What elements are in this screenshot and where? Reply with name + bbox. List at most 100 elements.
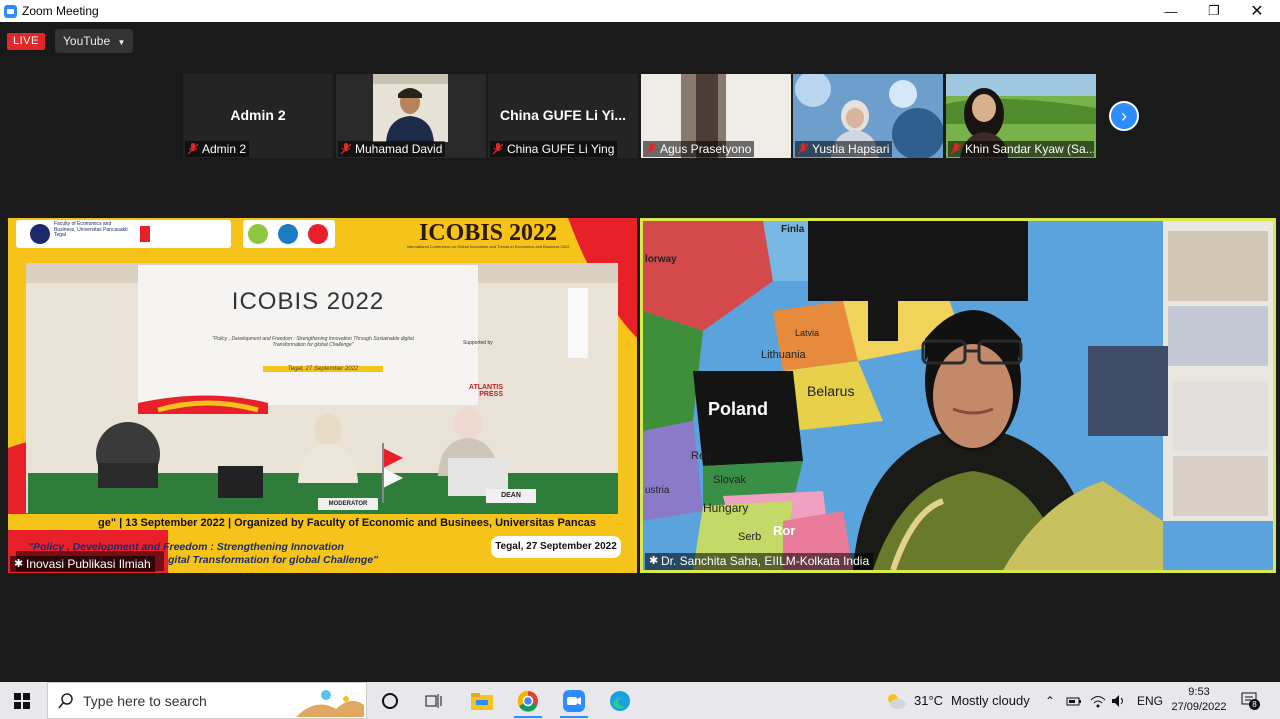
chevron-right-icon[interactable]: › — [1109, 101, 1139, 131]
taskbar-active-indicator — [560, 716, 588, 718]
map-label: Slovak — [713, 474, 747, 486]
participant-nameplate: China GUFE Li Ying — [490, 141, 618, 157]
meeting-stage: LIVE YouTube ▼ Admin 2 Admin 2 Muhamad D… — [0, 22, 1280, 682]
window-titlebar: Zoom Meeting — ❐ ✕ — [0, 0, 1280, 22]
chevron-up-icon[interactable]: ⌃ — [1045, 682, 1055, 719]
faculty-logo-text: Faculty of Economics and Business, Unive… — [54, 221, 128, 238]
event-subtitle: International Conference on Global Innov… — [406, 244, 570, 249]
mic-muted-icon — [341, 143, 351, 155]
taskbar-search-box[interactable]: Type here to search — [47, 682, 367, 719]
windows-taskbar: Type here to search 31°C Mostly cloudy ⌃ — [0, 682, 1280, 719]
footer-theme-line1: "Policy , Development and Freedom : Stre… — [28, 541, 344, 553]
map-label: Rep — [691, 450, 712, 462]
map-label: Ror — [773, 523, 796, 538]
pin-icon: ✱ — [14, 558, 24, 570]
mic-muted-icon — [798, 143, 808, 155]
weather-temp[interactable]: 31°C — [914, 682, 943, 719]
stream-dropdown-label: YouTube — [63, 34, 111, 48]
close-icon[interactable]: ✕ — [1236, 0, 1278, 22]
participant-tile[interactable]: Khin Sandar Kyaw (Sa... — [946, 74, 1096, 158]
taskbar-active-indicator — [514, 716, 542, 718]
mic-muted-icon — [646, 143, 656, 155]
map-label: Poland — [708, 399, 769, 419]
news-ticker: ge" | 13 September 2022 | Organized by F… — [98, 517, 596, 529]
volume-icon[interactable] — [1111, 682, 1127, 719]
participant-name: Yustia Hapsari — [812, 142, 890, 156]
participant-nameplate: Yustia Hapsari — [795, 141, 893, 157]
map-label: Lithuania — [761, 349, 806, 361]
banner-theme: "Policy , Development and Freedom : Stre… — [212, 336, 414, 348]
pin-icon: ✱ — [649, 555, 659, 567]
windows-start-icon[interactable] — [8, 687, 36, 715]
stream-dropdown[interactable]: YouTube ▼ — [55, 29, 134, 53]
banner-supported: Supported by — [463, 340, 493, 346]
weather-desc[interactable]: Mostly cloudy — [951, 682, 1030, 719]
banner-sponsor: ATLANTIS PRESS — [468, 384, 503, 398]
map-label: Serb — [738, 531, 762, 543]
video-nameplate: ✱ Inovasi Publikasi Ilmiah — [10, 556, 155, 572]
participant-tile[interactable]: Muhamad David — [336, 74, 486, 158]
mic-muted-icon — [493, 143, 503, 155]
active-speaker-video[interactable]: Finla lorway Latvia Lithuania Belarus Po… — [640, 218, 1276, 573]
participant-tile[interactable]: Agus Prasetyono — [641, 74, 791, 158]
map-label: ustria — [645, 485, 670, 496]
zoom-app-icon — [4, 4, 17, 18]
chrome-icon[interactable] — [514, 687, 542, 715]
video-participant-name: Dr. Sanchita Saha, EIILM-Kolkata India — [661, 554, 870, 568]
banner-date: Tegal, 27 September 2022 — [263, 366, 383, 372]
participant-tile[interactable]: China GUFE Li Yi... China GUFE Li Ying — [488, 74, 638, 158]
file-explorer-icon[interactable] — [468, 687, 496, 715]
zoom-icon[interactable] — [560, 687, 588, 715]
participant-name: Admin 2 — [202, 142, 247, 156]
restore-icon[interactable]: ❐ — [1193, 0, 1235, 22]
clock-date: 27/09/2022 — [1171, 701, 1227, 713]
event-title: ICOBIS 2022 — [418, 220, 558, 246]
participant-name: Khin Sandar Kyaw (Sa... — [965, 142, 1094, 156]
dean-sign: DEAN — [486, 489, 536, 503]
participant-initials: China GUFE Li Yi... — [499, 107, 626, 123]
footer-date: Tegal, 27 September 2022 — [495, 541, 617, 552]
wifi-icon[interactable] — [1090, 682, 1106, 719]
weather-cloud-icon[interactable] — [882, 687, 910, 715]
chevron-down-icon: ▼ — [117, 38, 126, 47]
participant-tile[interactable]: Yustia Hapsari — [793, 74, 943, 158]
footer-theme-line2: gital Transformation for global Challeng… — [168, 554, 379, 566]
banner-title: ICOBIS 2022 — [231, 288, 385, 315]
moderator-sign: MODERATOR — [318, 498, 378, 510]
map-label: Belarus — [807, 383, 855, 399]
participant-tile[interactable]: Admin 2 Admin 2 — [183, 74, 333, 158]
participant-nameplate: Khin Sandar Kyaw (Sa... — [948, 141, 1094, 157]
language-indicator[interactable]: ENG — [1137, 682, 1163, 719]
search-placeholder: Type here to search — [83, 692, 207, 709]
minimize-icon[interactable]: — — [1150, 0, 1192, 22]
search-highlight-icon — [296, 690, 364, 717]
mic-muted-icon — [188, 143, 198, 155]
clock[interactable]: 9:53 27/09/2022 — [1168, 685, 1230, 715]
video-nameplate: ✱ Dr. Sanchita Saha, EIILM-Kolkata India — [645, 553, 873, 569]
participant-nameplate: Admin 2 — [185, 141, 250, 157]
cortana-icon[interactable] — [376, 687, 404, 715]
speaker-video-graphic — [643, 221, 1273, 570]
notification-icon[interactable]: 8 — [1240, 690, 1260, 710]
task-view-icon[interactable] — [420, 687, 448, 715]
search-icon — [58, 693, 73, 709]
shared-video-left[interactable]: ICOBIS 2022 International Conference on … — [8, 218, 637, 573]
map-label: Finla — [781, 224, 805, 235]
battery-icon[interactable] — [1066, 682, 1082, 719]
participant-name: Agus Prasetyono — [660, 142, 752, 156]
participant-nameplate: Muhamad David — [338, 141, 446, 157]
mic-muted-icon — [951, 143, 961, 155]
participant-nameplate: Agus Prasetyono — [643, 141, 755, 157]
map-label: Latvia — [795, 328, 820, 338]
video-participant-name: Inovasi Publikasi Ilmiah — [26, 557, 151, 571]
map-label: Hungary — [703, 501, 749, 515]
participant-name: China GUFE Li Ying — [507, 142, 615, 156]
live-badge[interactable]: LIVE — [7, 33, 45, 50]
participant-initials: Admin 2 — [230, 107, 286, 123]
notification-count: 8 — [1249, 699, 1260, 710]
clock-time: 9:53 — [1188, 686, 1210, 698]
window-title: Zoom Meeting — [22, 4, 99, 18]
participant-name: Muhamad David — [355, 142, 443, 156]
edge-icon[interactable] — [606, 687, 634, 715]
map-label: lorway — [645, 254, 677, 265]
